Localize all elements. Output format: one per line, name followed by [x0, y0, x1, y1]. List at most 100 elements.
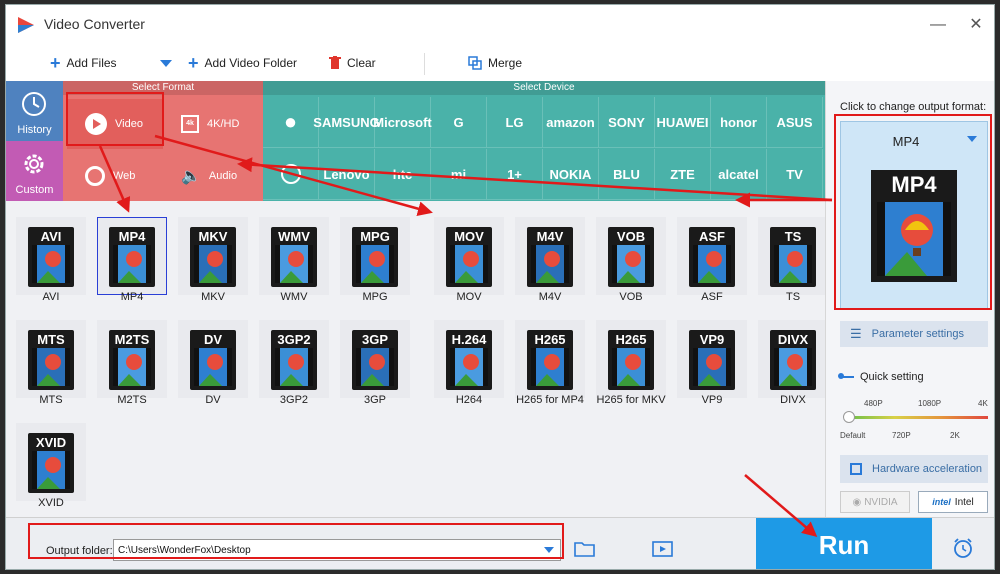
device-nokia[interactable]: NOKIA — [543, 149, 599, 200]
format-badge-text: XVID — [35, 435, 67, 450]
format-badge-text: H.264 — [451, 332, 487, 347]
format-m4v[interactable]: M4V M4V — [515, 209, 585, 309]
device-asus[interactable]: ASUS — [767, 97, 823, 148]
format-dv[interactable]: DV DV — [178, 312, 248, 412]
intel-icon: intel — [932, 497, 951, 507]
format-mts[interactable]: MTS MTS — [16, 312, 86, 412]
format-label: MP4 — [120, 291, 144, 303]
format-mkv[interactable]: MKV MKV — [178, 209, 248, 309]
merge-button[interactable]: Merge — [468, 53, 522, 73]
folder-plus-icon: + — [188, 53, 199, 73]
category-web[interactable]: Web — [67, 151, 163, 201]
device-zte[interactable]: ZTE — [655, 149, 711, 200]
format-badge-text: MPG — [360, 229, 390, 244]
format-h264[interactable]: H.264 H264 — [434, 312, 504, 412]
format-3gp2[interactable]: 3GP2 3GP2 — [259, 312, 329, 412]
parameter-settings-button[interactable]: ☰ Parameter settings — [840, 321, 988, 347]
device-huawei[interactable]: HUAWEI — [655, 97, 711, 148]
device-g[interactable]: G — [431, 97, 487, 148]
format-label: WMV — [280, 291, 308, 303]
nvidia-toggle[interactable]: ◉ NVIDIA — [840, 491, 910, 513]
device-mi[interactable]: mi — [431, 149, 487, 200]
video-folder-icon[interactable] — [652, 540, 674, 558]
device-honor[interactable]: honor — [711, 97, 767, 148]
device-label: BLU — [613, 166, 640, 182]
format-wmv[interactable]: WMV WMV — [259, 209, 329, 309]
format-ts[interactable]: TS TS — [758, 209, 828, 309]
chevron-down-icon — [160, 59, 172, 67]
device-lg[interactable]: LG — [487, 97, 543, 148]
format-grid: AVI AVI MP4 MP4 MKV MKV WMV WMV MPG MPG MOV MOV M4V M… — [6, 201, 828, 517]
video-file-icon — [356, 245, 394, 283]
device-apple[interactable]: ● — [263, 97, 319, 148]
slider-icon — [838, 373, 854, 379]
device-blu[interactable]: BLU — [599, 149, 655, 200]
format-h265-for-mp4[interactable]: H265 H265 for MP4 — [515, 312, 585, 412]
category-label: Audio — [208, 170, 238, 182]
device-sony[interactable]: SONY — [599, 97, 655, 148]
annotation-highlight-video — [66, 92, 164, 146]
format-h265-for-mkv[interactable]: H265 H265 for MKV — [596, 312, 666, 412]
device-samsung[interactable]: SAMSUNG — [313, 97, 380, 148]
add-video-folder-button[interactable]: + Add Video Folder — [160, 53, 297, 73]
format-label: 3GP — [363, 394, 386, 406]
format-avi[interactable]: AVI AVI — [16, 209, 86, 309]
open-folder-icon[interactable] — [574, 540, 596, 558]
sliders-icon: ☰ — [850, 326, 862, 341]
device-amazon[interactable]: amazon — [543, 97, 599, 148]
format-label: H265 for MP4 — [516, 394, 584, 406]
format-badge: H265 — [608, 330, 654, 390]
format-badge: VOB — [608, 227, 654, 287]
category-audio[interactable]: 🔈 Audio — [163, 151, 259, 201]
format-badge: AVI — [28, 227, 74, 287]
format-3gp[interactable]: 3GP 3GP — [340, 312, 410, 412]
alarm-clock-icon[interactable] — [952, 537, 974, 559]
format-vp9[interactable]: VP9 VP9 — [677, 312, 747, 412]
intel-toggle[interactable]: intel Intel — [918, 491, 988, 513]
add-files-button[interactable]: + Add Files — [50, 53, 117, 73]
device-tv[interactable]: TV — [767, 149, 823, 200]
quality-slider-handle[interactable] — [843, 411, 855, 423]
device-alcatel[interactable]: alcatel — [711, 149, 767, 200]
format-badge-text: MKV — [198, 229, 228, 244]
device-lenovo[interactable]: Lenovo — [319, 149, 375, 200]
format-mp4[interactable]: MP4 MP4 — [97, 209, 167, 309]
format-divx[interactable]: DIVX DIVX — [758, 312, 828, 412]
clear-button[interactable]: Clear — [329, 53, 376, 73]
category-4k-hd[interactable]: 4k 4K/HD — [163, 99, 259, 149]
format-label: DV — [205, 394, 221, 406]
device-htc[interactable]: htc — [375, 149, 431, 200]
format-label: H265 for MKV — [596, 394, 666, 406]
device-motorola[interactable] — [263, 149, 319, 200]
device-microsoft[interactable]: Microsoft — [373, 97, 432, 148]
minimize-icon[interactable]: — — [926, 13, 950, 37]
apple-icon: ● — [283, 109, 298, 134]
close-icon[interactable]: ✕ — [964, 13, 988, 37]
sidebar-item-history[interactable]: History — [6, 81, 63, 141]
format-mov[interactable]: MOV MOV — [434, 209, 504, 309]
device-label: htc — [392, 166, 413, 182]
device-1+[interactable]: 1+ — [487, 149, 543, 200]
video-file-icon — [32, 348, 70, 386]
sidebar-item-custom[interactable]: Custom — [6, 141, 63, 201]
merge-label: Merge — [488, 56, 523, 70]
format-badge: TS — [770, 227, 816, 287]
format-vob[interactable]: VOB VOB — [596, 209, 666, 309]
format-xvid[interactable]: XVID XVID — [16, 415, 86, 515]
trash-icon — [329, 56, 341, 69]
format-mpg[interactable]: MPG MPG — [340, 209, 410, 309]
format-badge-text: 3GP2 — [277, 332, 311, 347]
quality-slider-track[interactable] — [848, 416, 988, 419]
sidebar-item-label: Custom — [15, 184, 54, 196]
format-badge: VP9 — [689, 330, 735, 390]
format-badge: 3GP2 — [271, 330, 317, 390]
format-badge: M4V — [527, 227, 573, 287]
run-button[interactable]: Run — [756, 518, 932, 569]
format-m2ts[interactable]: M2TS M2TS — [97, 312, 167, 412]
hardware-acceleration-button[interactable]: Hardware acceleration — [840, 455, 988, 483]
sidebar-item-label: History — [17, 124, 52, 136]
device-label: ASUS — [776, 114, 813, 130]
format-badge-text: WMV — [278, 229, 310, 244]
motorola-icon — [280, 164, 301, 184]
format-asf[interactable]: ASF ASF — [677, 209, 747, 309]
